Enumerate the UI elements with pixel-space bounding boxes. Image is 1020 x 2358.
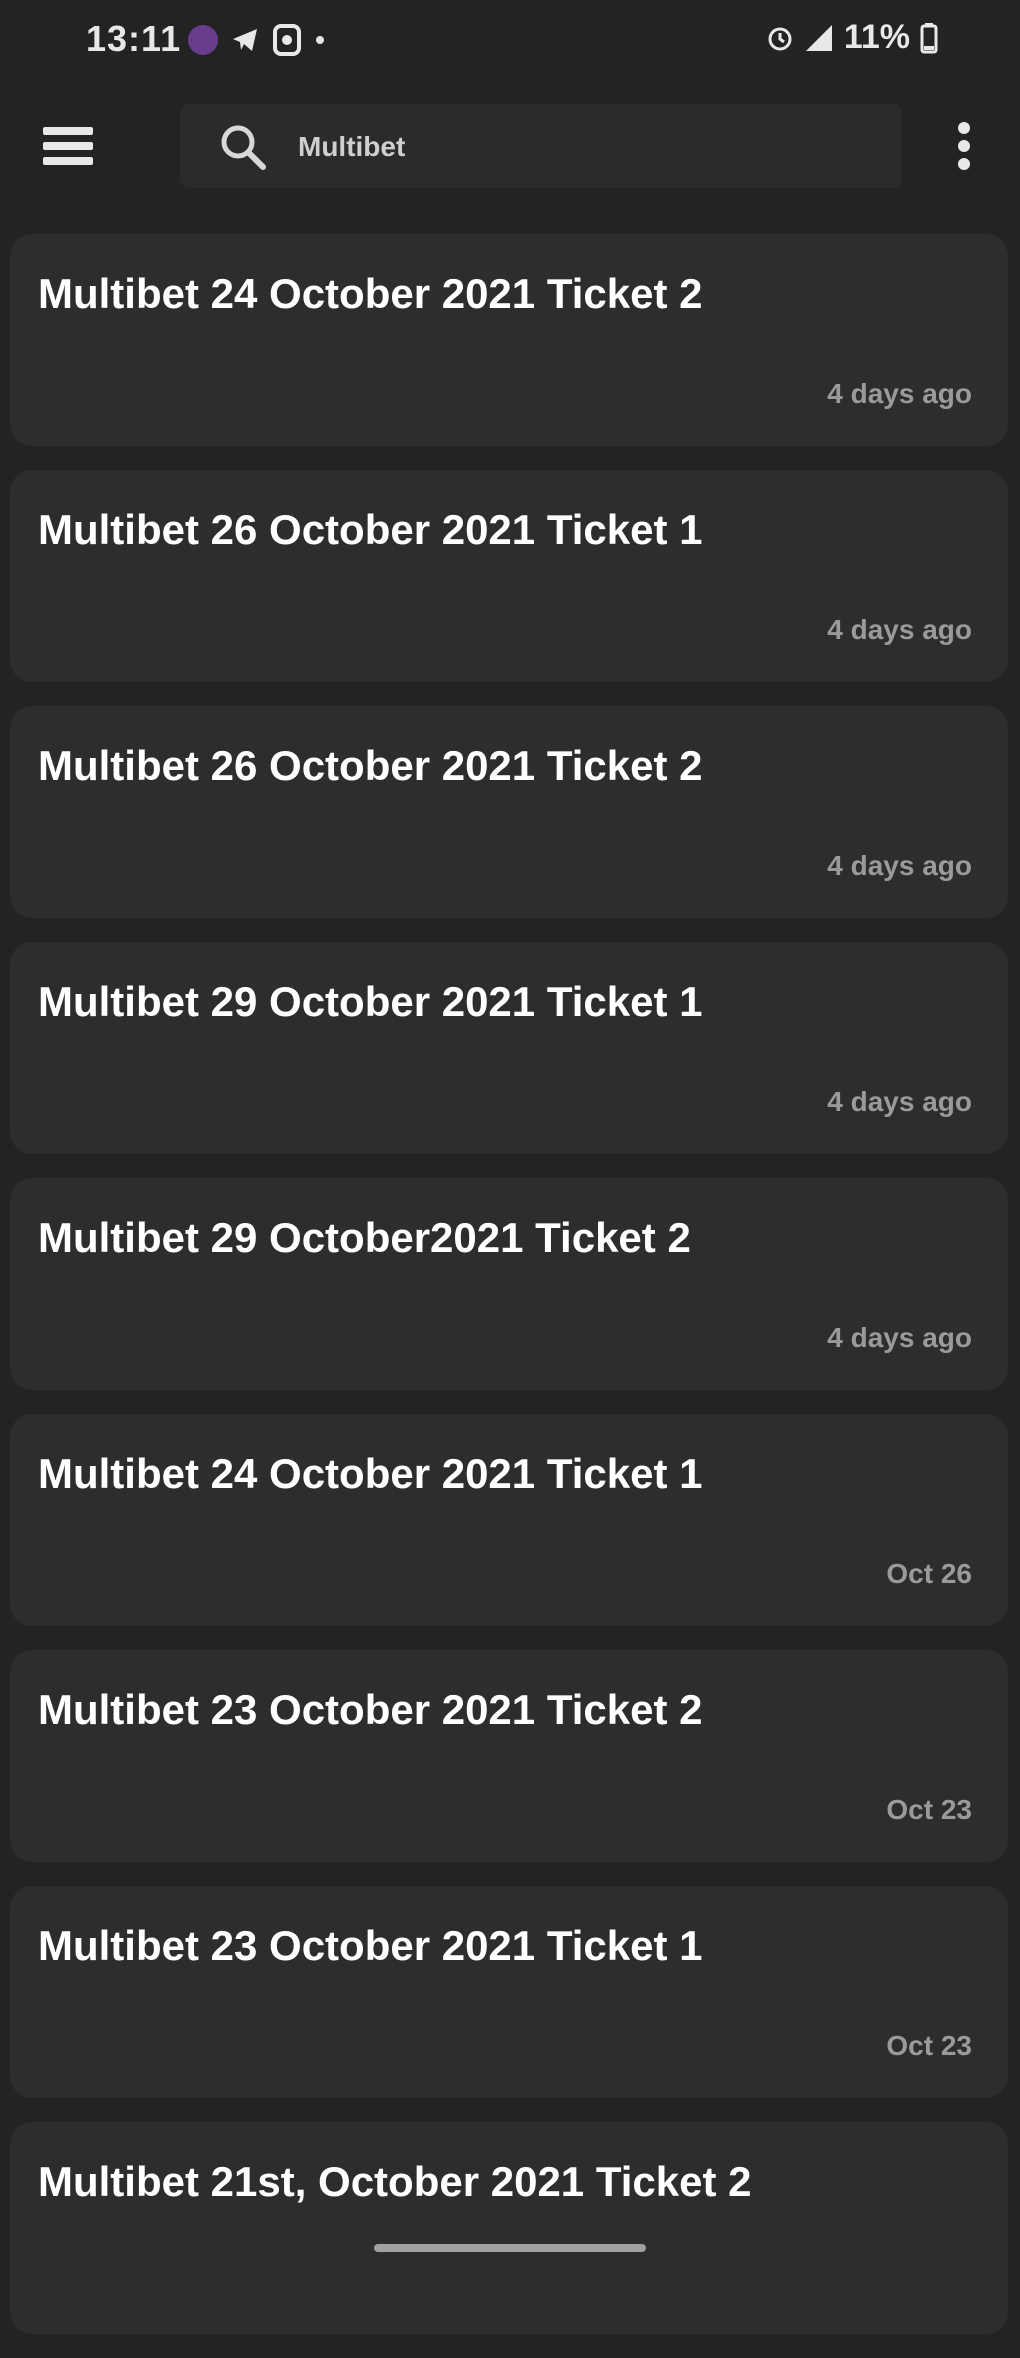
more-notifications-icon: [316, 36, 324, 44]
note-timestamp: 4 days ago: [827, 614, 972, 645]
note-timestamp: Oct 23: [886, 2030, 972, 2061]
note-item[interactable]: Multibet 26 October 2021 Ticket 2 4 days…: [10, 706, 1008, 918]
hamburger-icon: [43, 127, 93, 165]
note-title: Multibet 26 October 2021 Ticket 2: [38, 742, 703, 789]
note-timestamp: 4 days ago: [827, 1322, 972, 1353]
note-title: Multibet 26 October 2021 Ticket 1: [38, 506, 703, 553]
battery-level: 11%: [843, 18, 910, 56]
overflow-menu-button[interactable]: [944, 116, 984, 176]
note-item[interactable]: Multibet 24 October 2021 Ticket 1 Oct 26: [10, 1414, 1008, 1626]
screenshot-icon: [273, 24, 301, 56]
note-timestamp: 4 days ago: [827, 1086, 972, 1117]
note-item[interactable]: Multibet 29 October 2021 Ticket 1 4 days…: [10, 942, 1008, 1154]
signal-icon: [805, 24, 832, 51]
battery-icon: [920, 22, 938, 53]
note-title: Multibet 24 October 2021 Ticket 2: [38, 270, 703, 317]
note-item[interactable]: Multibet 29 October2021 Ticket 2 4 days …: [10, 1178, 1008, 1390]
note-timestamp: 4 days ago: [827, 850, 972, 881]
note-timestamp: 4 days ago: [827, 378, 972, 409]
note-title: Multibet 29 October2021 Ticket 2: [38, 1214, 691, 1261]
gesture-navigation-handle[interactable]: [374, 2244, 646, 2252]
search-icon: [218, 122, 268, 172]
app-toolbar: [0, 96, 1020, 196]
notification-icons: [188, 22, 326, 58]
status-time: 13:11: [86, 18, 182, 59]
system-status: 11%: [766, 18, 938, 57]
note-item[interactable]: Multibet 23 October 2021 Ticket 2 Oct 23: [10, 1650, 1008, 1862]
note-title: Multibet 24 October 2021 Ticket 1: [38, 1450, 703, 1497]
note-item[interactable]: Multibet 23 October 2021 Ticket 1 Oct 23: [10, 1886, 1008, 2098]
note-title: Multibet 29 October 2021 Ticket 1: [38, 978, 703, 1025]
menu-button[interactable]: [40, 118, 96, 174]
note-item[interactable]: Multibet 24 October 2021 Ticket 2 4 days…: [10, 234, 1008, 446]
note-timestamp: Oct 23: [886, 1794, 972, 1825]
search-bar[interactable]: [180, 104, 902, 188]
notes-list: Multibet 24 October 2021 Ticket 2 4 days…: [10, 234, 1008, 2358]
telegram-icon: [233, 29, 257, 51]
note-title: Multibet 23 October 2021 Ticket 2: [38, 1686, 703, 1733]
note-item[interactable]: Multibet 21st, October 2021 Ticket 2: [10, 2122, 1008, 2334]
note-title: Multibet 23 October 2021 Ticket 1: [38, 1922, 703, 1969]
alarm-icon: [768, 27, 792, 50]
status-bar: 13:11 11%: [0, 0, 1020, 80]
note-item[interactable]: Multibet 26 October 2021 Ticket 1 4 days…: [10, 470, 1008, 682]
note-timestamp: Oct 26: [886, 1558, 972, 1589]
note-title: Multibet 21st, October 2021 Ticket 2: [38, 2158, 752, 2205]
search-input[interactable]: [296, 124, 860, 170]
app-notification-icon: [188, 25, 218, 55]
more-vert-icon: [958, 122, 970, 170]
